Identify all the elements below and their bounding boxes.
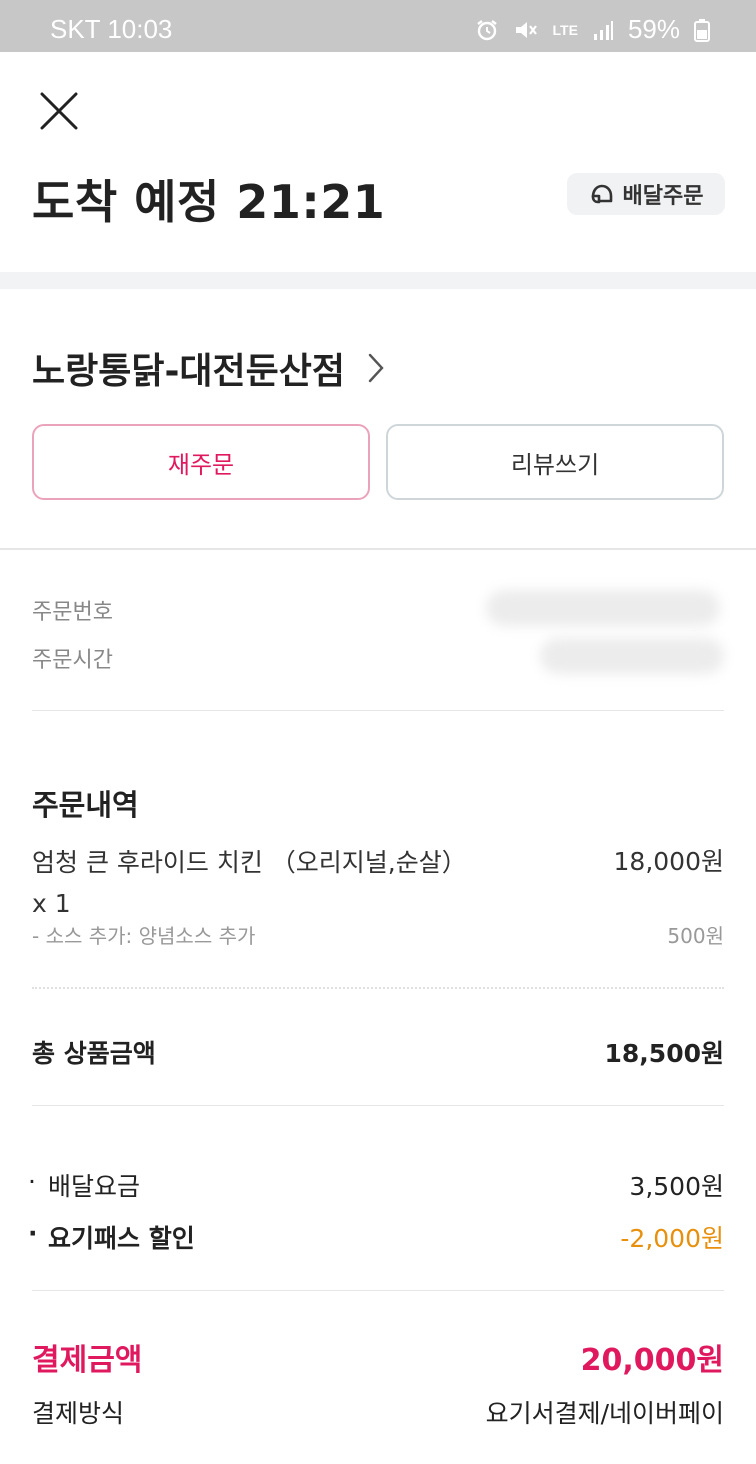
status-icons: LTE 59%: [475, 14, 710, 45]
dotted-divider: [32, 987, 724, 989]
divider: [0, 548, 756, 550]
payment-method-label: 결제방식: [32, 1399, 125, 1428]
carrier-time: SKT 10:03: [50, 14, 173, 44]
bullet-icon: ·: [28, 1219, 38, 1248]
mute-icon: [515, 21, 537, 38]
delivery-fee-label: 배달요금: [48, 1172, 141, 1201]
network-label: LTE: [552, 21, 578, 38]
payment-amount-value: 20,000원: [580, 1343, 724, 1378]
item-price: 18,000원: [613, 847, 724, 876]
eta-title: 도착 예정 21:21: [32, 175, 386, 229]
order-item: 엄청 큰 후라이드 치킨 （오리지널,순살） x 1: [32, 842, 502, 924]
reorder-button[interactable]: 재주문: [32, 424, 370, 500]
subtotal-value: 18,500원: [604, 1039, 724, 1068]
delivery-order-badge: 배달주문: [567, 173, 725, 215]
divider: [32, 1105, 724, 1106]
section-divider: [0, 272, 756, 289]
order-details-title: 주문내역: [32, 788, 139, 822]
delivery-helmet-icon: [591, 184, 612, 204]
discount-value: -2,000원: [620, 1224, 724, 1253]
write-review-button[interactable]: 리뷰쓰기: [386, 424, 724, 500]
signal-icon: [593, 20, 613, 40]
bullet-icon: ·: [28, 1167, 36, 1196]
option-price: 500원: [667, 924, 724, 948]
badge-label: 배달주문: [622, 184, 704, 209]
payment-amount-label: 결제금액: [32, 1343, 143, 1378]
divider: [32, 1290, 724, 1291]
close-icon[interactable]: [38, 90, 80, 132]
order-number-value-blurred: [486, 590, 720, 626]
chevron-right-icon: [368, 353, 384, 383]
store-link[interactable]: 노랑통닭-대전둔산점: [32, 342, 385, 394]
status-bar: SKT 10:03 LTE 59%: [0, 0, 756, 52]
divider: [32, 710, 724, 711]
order-number-label: 주문번호: [32, 600, 113, 625]
discount-label: 요기패스 할인: [48, 1224, 195, 1253]
item-quantity: x 1: [32, 889, 71, 918]
option-name: - 소스 추가: 양념소스 추가: [32, 924, 256, 948]
battery-percent: 59%: [627, 14, 680, 44]
subtotal-label: 총 상품금액: [32, 1039, 156, 1068]
alarm-icon: [476, 19, 497, 40]
payment-method-value: 요기서결제/네이버페이: [485, 1399, 724, 1428]
item-name: 엄청 큰 후라이드 치킨 （오리지널,순살）: [32, 848, 467, 877]
order-time-value-blurred: [540, 638, 724, 674]
delivery-fee-value: 3,500원: [629, 1172, 724, 1201]
battery-icon: [694, 18, 710, 42]
order-time-label: 주문시간: [32, 648, 113, 673]
store-name: 노랑통닭-대전둔산점: [32, 351, 346, 392]
